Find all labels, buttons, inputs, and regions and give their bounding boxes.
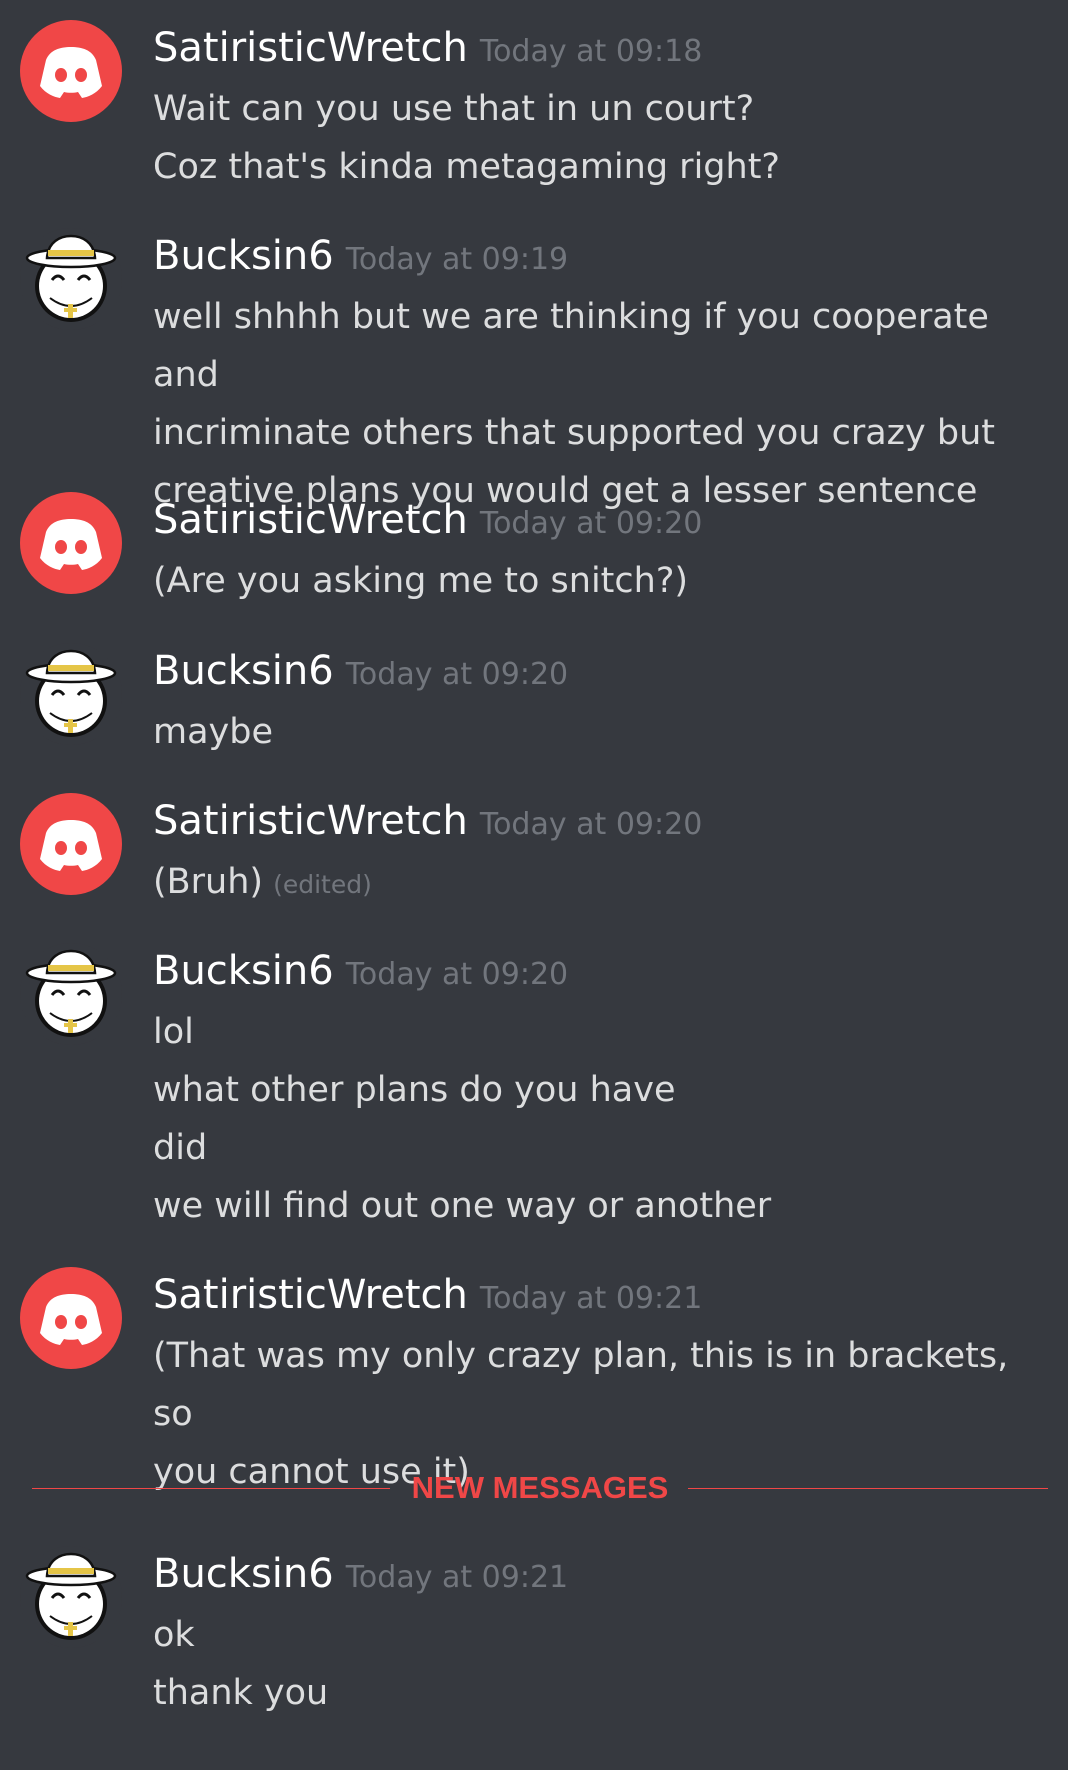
edited-label: (edited) xyxy=(273,870,372,899)
discord-default-avatar-icon[interactable] xyxy=(20,492,122,594)
message-line: maybe xyxy=(153,712,274,752)
priest-ball-avatar-icon[interactable] xyxy=(20,943,122,1045)
username[interactable]: Bucksin6 xyxy=(153,648,334,694)
username[interactable]: SatiristicWretch xyxy=(153,1272,468,1318)
message-line: what other plans do you have xyxy=(153,1070,676,1110)
message-line: lol xyxy=(153,1012,194,1052)
priest-ball-avatar-icon[interactable] xyxy=(20,643,122,745)
username[interactable]: Bucksin6 xyxy=(153,1551,334,1597)
message-line: (Bruh) (edited) xyxy=(153,853,1053,914)
priest-ball-avatar-icon[interactable] xyxy=(20,228,122,330)
discord-default-avatar-icon[interactable] xyxy=(20,20,122,122)
timestamp: Today at 09:18 xyxy=(479,34,703,69)
timestamp: Today at 09:20 xyxy=(345,657,569,692)
message-line: (That was my only crazy plan, this is in… xyxy=(153,1336,1020,1434)
username[interactable]: SatiristicWretch xyxy=(153,497,468,543)
timestamp: Today at 09:20 xyxy=(345,957,569,992)
chat-log: SatiristicWretch Today at 09:18 Wait can … xyxy=(0,0,1068,1770)
message-line: did xyxy=(153,1128,208,1168)
message-line: Coz that's kinda metagaming right? xyxy=(153,147,780,187)
username[interactable]: SatiristicWretch xyxy=(153,25,468,71)
priest-ball-avatar-icon[interactable] xyxy=(20,1546,122,1648)
discord-default-avatar-icon[interactable] xyxy=(20,1267,122,1369)
username[interactable]: Bucksin6 xyxy=(153,948,334,994)
message-line: Wait can you use that in un court? xyxy=(153,89,755,129)
message-line: we will find out one way or another xyxy=(153,1186,772,1226)
new-messages-divider: NEW MESSAGES xyxy=(32,1468,1048,1508)
timestamp: Today at 09:21 xyxy=(479,1281,703,1316)
message-line: incriminate others that supported you cr… xyxy=(153,413,995,453)
timestamp: Today at 09:20 xyxy=(479,807,703,842)
timestamp: Today at 09:20 xyxy=(479,506,703,541)
message-text: (Bruh) xyxy=(153,862,264,902)
timestamp: Today at 09:21 xyxy=(345,1560,569,1595)
new-messages-label: NEW MESSAGES xyxy=(411,1470,669,1505)
username[interactable]: SatiristicWretch xyxy=(153,798,468,844)
message-line: ok xyxy=(153,1615,195,1655)
discord-default-avatar-icon[interactable] xyxy=(20,793,122,895)
message-line: thank you xyxy=(153,1673,329,1713)
timestamp: Today at 09:19 xyxy=(345,242,569,277)
message-line: (Are you asking me to snitch?) xyxy=(153,561,689,601)
message-line: well shhhh but we are thinking if you co… xyxy=(153,297,1001,395)
username[interactable]: Bucksin6 xyxy=(153,233,334,279)
